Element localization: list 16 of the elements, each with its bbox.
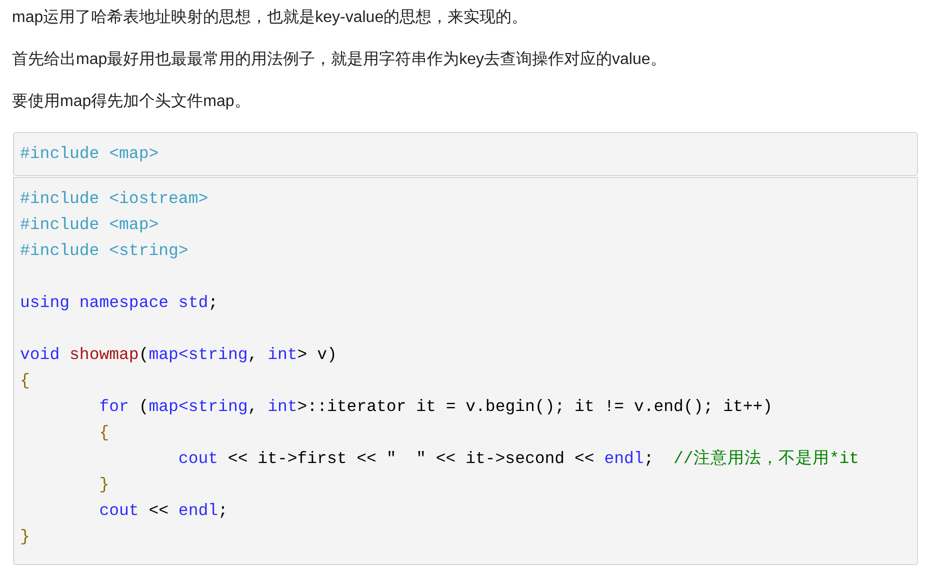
paragraph-text: 首先给出map最好用也最最常用的用法例子，就是用字符串作为key去查询操作对应的value。 xyxy=(12,50,668,70)
paragraph-text: 要使用map得先加个头文件map。 xyxy=(12,92,252,112)
code-line: } xyxy=(99,474,110,496)
code-line: { xyxy=(20,370,30,392)
code-line: #include <string> xyxy=(20,240,188,262)
code-line: } xyxy=(20,526,30,548)
code-line: cout << endl; xyxy=(99,500,228,522)
code-line: { xyxy=(99,422,110,444)
code-line: cout << it->first << " " << it->second << endl; //注意用法，不是用*it xyxy=(178,448,860,470)
code-line: void showmap(map<string, int> v) xyxy=(20,344,337,366)
paragraph-text: map运用了哈希表地址映射的思想，也就是key-value的思想，来实现的。 xyxy=(12,8,529,28)
code-line: for (map<string, int>::iterator it = v.begin(); it != v.end(); it++) xyxy=(99,396,773,418)
code-line: #include <map> xyxy=(20,143,159,165)
code-line: #include <map> xyxy=(20,214,159,236)
code-line: #include <iostream> xyxy=(20,188,208,210)
code-line: using namespace std; xyxy=(20,292,218,314)
